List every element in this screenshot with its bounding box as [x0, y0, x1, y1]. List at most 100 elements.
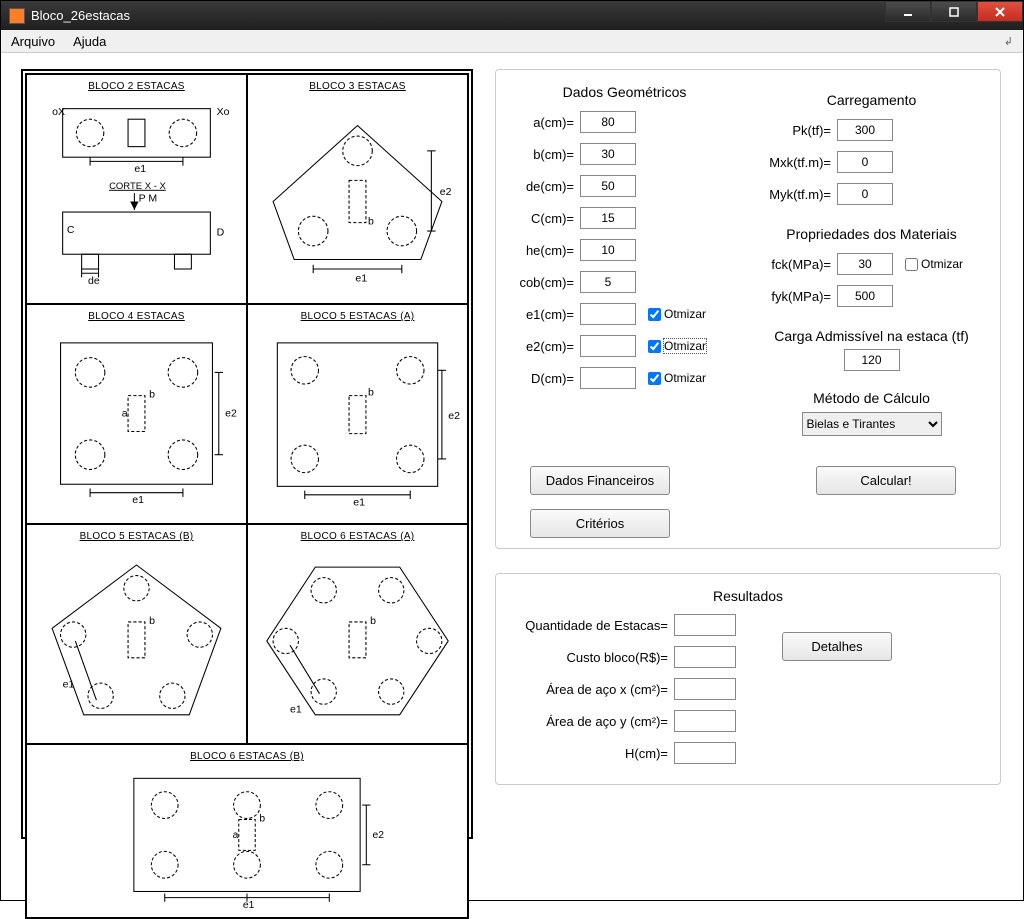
fck-otmizar-check[interactable]	[905, 258, 918, 271]
svg-text:b: b	[370, 615, 376, 627]
Mxk-label: Mxk(tf.m)=	[757, 155, 831, 170]
e1-input[interactable]	[580, 303, 636, 325]
heading-method: Método de Cálculo	[757, 390, 986, 406]
bloco-6b-title: BLOCO 6 ESTACAS (B)	[31, 751, 463, 762]
svg-text:e1: e1	[290, 704, 302, 716]
svg-text:b: b	[149, 615, 155, 627]
C-label: C(cm)=	[510, 211, 574, 226]
close-button[interactable]	[977, 1, 1023, 22]
res-asy	[674, 710, 736, 732]
e2-input[interactable]	[580, 335, 636, 357]
method-select[interactable]: Bielas e Tirantes	[802, 412, 942, 436]
menu-overflow-icon[interactable]: ↲	[1004, 35, 1013, 48]
de-label: de(cm)=	[510, 179, 574, 194]
a-input[interactable]	[580, 111, 636, 133]
res-H-label: H(cm)=	[510, 746, 668, 761]
Myk-input[interactable]	[837, 183, 893, 205]
heading-materials: Propriedades dos Materiais	[757, 226, 986, 242]
window-title: Bloco_26estacas	[31, 8, 130, 23]
fck-label: fck(MPa)=	[757, 257, 831, 272]
bloco-5a-title: BLOCO 5 ESTACAS (A)	[252, 311, 463, 322]
D-input[interactable]	[580, 367, 636, 389]
heading-admissible: Carga Admissível na estaca (tf)	[757, 328, 986, 344]
bloco-4-figure: ba e1 e2	[31, 326, 242, 519]
res-asy-label: Área de aço y (cm²)=	[510, 714, 668, 729]
res-asx	[674, 678, 736, 700]
bloco-2-title: BLOCO 2 ESTACAS	[31, 81, 242, 92]
financial-button[interactable]: Dados Financeiros	[530, 466, 670, 495]
Pk-input[interactable]	[837, 119, 893, 141]
D-otmizar-check[interactable]	[648, 372, 661, 385]
bloco-6a-figure: b e1	[252, 546, 463, 739]
svg-text:e1: e1	[63, 679, 75, 691]
Pk-label: Pk(tf)=	[757, 123, 831, 138]
cob-label: cob(cm)=	[510, 275, 574, 290]
he-input[interactable]	[580, 239, 636, 261]
e1-otmizar-label: Otmizar	[664, 307, 706, 321]
minimize-button[interactable]	[885, 1, 931, 22]
D-otmizar-label: Otmizar	[664, 371, 706, 385]
svg-text:Xo: Xo	[217, 106, 230, 118]
svg-text:D: D	[217, 226, 225, 238]
svg-text:e2: e2	[372, 830, 384, 841]
svg-text:e2: e2	[448, 410, 460, 422]
heading-results: Resultados	[510, 588, 986, 604]
res-custo	[674, 646, 736, 668]
svg-text:oX: oX	[52, 106, 65, 118]
fyk-input[interactable]	[837, 285, 893, 307]
svg-text:a: a	[122, 408, 128, 420]
svg-text:a: a	[233, 830, 239, 841]
bloco-5b-figure: b e1	[31, 546, 242, 739]
adm-input[interactable]	[844, 349, 900, 371]
criteria-button[interactable]: Critérios	[530, 509, 670, 538]
svg-text:C: C	[67, 224, 75, 236]
heading-load: Carregamento	[757, 92, 986, 108]
Myk-label: Myk(tf.m)=	[757, 187, 831, 202]
de-input[interactable]	[580, 175, 636, 197]
cob-input[interactable]	[580, 271, 636, 293]
res-qtd-label: Quantidade de Estacas=	[510, 618, 668, 633]
details-button[interactable]: Detalhes	[782, 632, 892, 661]
maximize-button[interactable]	[931, 1, 977, 22]
svg-text:P M: P M	[139, 192, 158, 204]
he-label: he(cm)=	[510, 243, 574, 258]
svg-text:b: b	[259, 814, 265, 825]
calculate-button[interactable]: Calcular!	[816, 466, 956, 495]
e2-otmizar-check[interactable]	[648, 340, 661, 353]
menu-help[interactable]: Ajuda	[73, 34, 106, 49]
Mxk-input[interactable]	[837, 151, 893, 173]
diagram-panel: BLOCO 2 ESTACAS oXXo e1 CORTE X - X	[21, 69, 473, 839]
svg-text:b: b	[368, 216, 374, 228]
e2-otmizar-label: Otmizar	[664, 339, 706, 353]
bloco-3-title: BLOCO 3 ESTACAS	[252, 81, 463, 92]
bloco-6a-title: BLOCO 6 ESTACAS (A)	[252, 531, 463, 542]
bloco-3-figure: b e1 e2	[252, 96, 463, 299]
e2-label: e2(cm)=	[510, 339, 574, 354]
bloco-5a-figure: b e1 e2	[252, 326, 463, 519]
results-panel: Resultados Quantidade de Estacas= Custo …	[495, 573, 1001, 785]
bloco-2-figure: oXXo e1 CORTE X - X P M CD de	[31, 96, 242, 299]
fck-otmizar-label: Otmizar	[921, 257, 963, 271]
res-H	[674, 742, 736, 764]
res-custo-label: Custo bloco(R$)=	[510, 650, 668, 665]
bloco-4-title: BLOCO 4 ESTACAS	[31, 311, 242, 322]
menu-file[interactable]: Arquivo	[11, 34, 55, 49]
e1-otmizar-check[interactable]	[648, 308, 661, 321]
app-icon	[9, 8, 25, 24]
svg-text:e1: e1	[355, 273, 367, 285]
svg-text:e2: e2	[225, 408, 237, 420]
heading-geometric: Dados Geométricos	[510, 84, 739, 100]
e1-label: e1(cm)=	[510, 307, 574, 322]
C-input[interactable]	[580, 207, 636, 229]
bloco-5b-title: BLOCO 5 ESTACAS (B)	[31, 531, 242, 542]
svg-text:e2: e2	[440, 186, 452, 198]
inputs-panel: Dados Geométricos a(cm)= b(cm)= de(cm)= …	[495, 69, 1001, 549]
b-input[interactable]	[580, 143, 636, 165]
fyk-label: fyk(MPa)=	[757, 289, 831, 304]
svg-text:b: b	[149, 389, 155, 401]
a-label: a(cm)=	[510, 115, 574, 130]
fck-input[interactable]	[837, 253, 893, 275]
svg-text:e1: e1	[243, 900, 255, 910]
titlebar: Bloco_26estacas	[1, 1, 1023, 30]
D-label: D(cm)=	[510, 371, 574, 386]
